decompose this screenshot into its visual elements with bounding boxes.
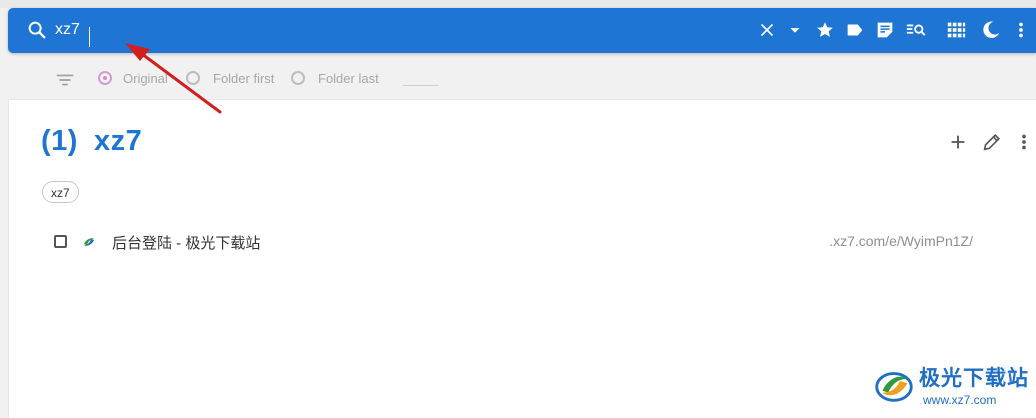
watermark-brand: 极光下载站 <box>919 367 1029 390</box>
radio-original[interactable] <box>98 71 112 85</box>
dropdown-icon[interactable] <box>784 19 806 41</box>
item-title-link[interactable]: 后台登陆 - 极光下载站 <box>112 232 260 253</box>
radio-folder-first[interactable] <box>186 71 200 85</box>
item-url: .xz7.com/e/WyimPn1Z/ <box>829 233 973 249</box>
sort-icon[interactable] <box>54 69 76 91</box>
radio-label-folder-first: Folder first <box>213 71 275 86</box>
search-icon <box>28 21 46 39</box>
watermark-logo-icon <box>875 372 913 402</box>
star-icon[interactable] <box>814 19 836 41</box>
group-title: (1) xz7 <box>41 125 142 158</box>
radio-label-original: Original <box>123 71 168 86</box>
label-icon[interactable] <box>844 19 866 41</box>
watermark-site: www.xz7.com <box>923 393 997 407</box>
item-checkbox[interactable] <box>54 235 67 248</box>
radio-label-folder-last: Folder last <box>318 71 379 86</box>
clear-icon[interactable] <box>756 19 778 41</box>
text-caret <box>89 27 90 47</box>
search-list-icon[interactable] <box>905 19 927 41</box>
grid-icon[interactable] <box>945 19 967 41</box>
group-count: (1) <box>41 125 78 157</box>
radio-folder-last[interactable] <box>291 71 305 85</box>
group-more-icon[interactable] <box>1017 131 1031 153</box>
edit-icon[interactable] <box>981 131 1003 153</box>
dark-mode-icon[interactable] <box>980 19 1002 41</box>
sort-bar: Original Folder first Folder last <box>0 57 1036 99</box>
top-strip <box>0 0 1036 8</box>
site-favicon-icon <box>84 238 94 246</box>
group-name: xz7 <box>93 125 143 157</box>
add-icon[interactable] <box>947 131 969 153</box>
list-item[interactable]: 后台登陆 - 极光下载站 .xz7.com/e/WyimPn1Z/ <box>9 226 1036 256</box>
note-icon[interactable] <box>874 19 896 41</box>
more-icon[interactable] <box>1014 19 1028 41</box>
watermark: 极光下载站 www.xz7.com <box>871 360 1031 412</box>
tag-chip[interactable]: xz7 <box>42 181 79 203</box>
search-bar <box>8 8 1036 53</box>
sort-divider <box>403 85 439 86</box>
search-input[interactable] <box>55 18 705 42</box>
